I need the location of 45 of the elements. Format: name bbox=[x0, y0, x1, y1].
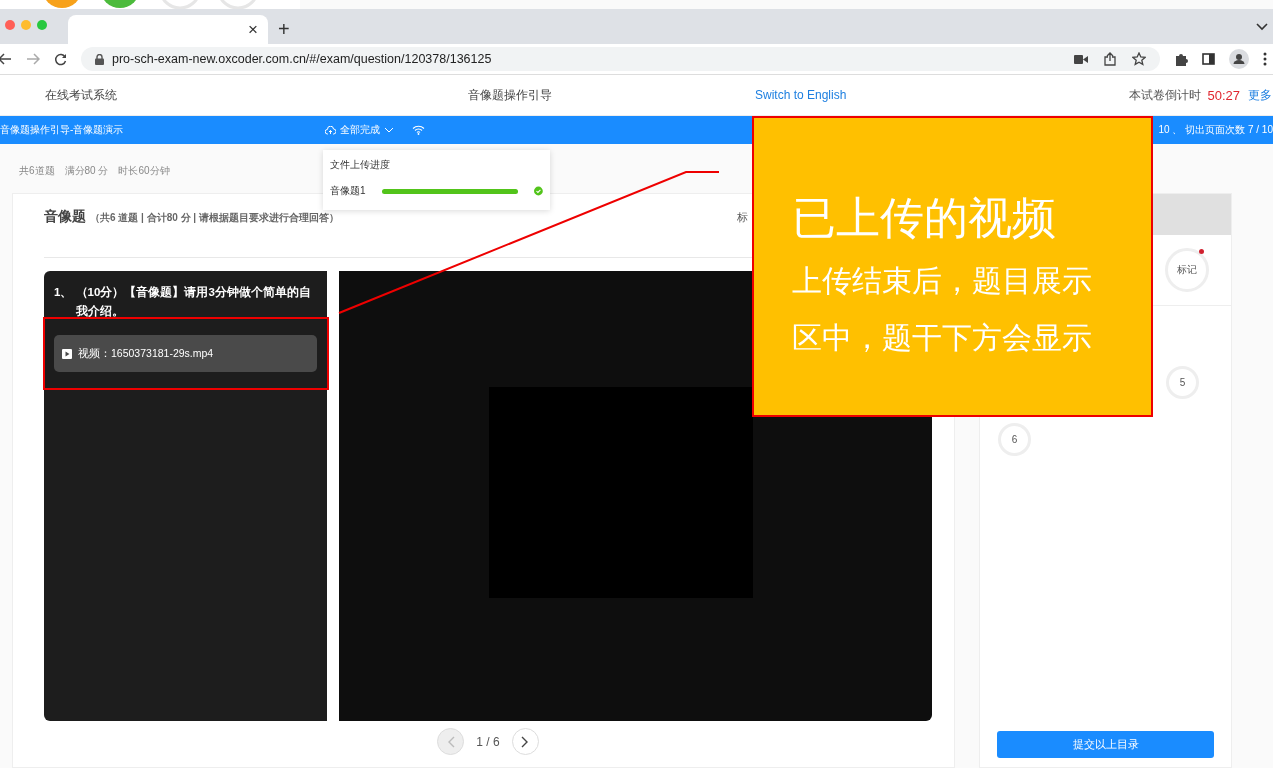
popover-title: 文件上传进度 bbox=[330, 158, 391, 172]
page-title: 音像题操作引导 bbox=[468, 86, 553, 104]
countdown-label: 本试卷倒计时 bbox=[1129, 86, 1202, 104]
exam-summary-item: 共6道题 bbox=[19, 164, 55, 178]
mark-label: 标 bbox=[737, 210, 748, 225]
more-link[interactable]: 更多 bbox=[1248, 86, 1272, 104]
address-field[interactable]: pro-sch-exam-new.oxcoder.com.cn/#/exam/question/120378/136125 bbox=[81, 47, 1160, 71]
cloud-upload-icon bbox=[325, 125, 336, 135]
countdown-timer: 50:27 bbox=[1207, 87, 1240, 103]
upload-item-name: 音像题1 bbox=[330, 184, 366, 198]
share-icon[interactable] bbox=[1104, 52, 1116, 66]
exam-summary-item: 时长60分钟 bbox=[118, 164, 170, 178]
section-title: 音像题 bbox=[44, 208, 86, 226]
puzzle-icon[interactable] bbox=[1174, 52, 1188, 66]
star-icon[interactable] bbox=[1132, 52, 1146, 66]
back-icon[interactable] bbox=[0, 53, 12, 65]
question-number-button[interactable]: 6 bbox=[998, 423, 1031, 456]
callout-text: 上传结束后，题目展示区中，题干下方会显示 bbox=[792, 263, 1093, 356]
lock-icon bbox=[95, 53, 104, 65]
camera-icon[interactable] bbox=[1074, 54, 1088, 64]
tab-close-button[interactable]: × bbox=[248, 21, 258, 38]
reload-icon[interactable] bbox=[54, 52, 67, 66]
question-number-button[interactable]: 5 bbox=[1166, 366, 1199, 399]
exam-title: 音像题操作引导-音像题演示 bbox=[0, 123, 125, 137]
menu-icon[interactable] bbox=[1263, 52, 1267, 66]
chevron-down-icon[interactable] bbox=[1256, 23, 1268, 31]
language-link[interactable]: Switch to English bbox=[755, 88, 847, 102]
tab-switch-info: 10 、 切出页面次数 7 / 10 bbox=[1158, 123, 1273, 137]
caret-icon bbox=[384, 127, 394, 133]
mark-button[interactable]: 标记 bbox=[1165, 248, 1209, 292]
callout-title: 已上传的视频 bbox=[792, 192, 1057, 244]
section-detail: （共6 道题 | 合计80 分 | 请根据题目要求进行合理回答） bbox=[90, 211, 339, 225]
question-text: 1、 （10分）【音像题】请用3分钟做个简单的自我介绍。 bbox=[54, 284, 312, 319]
sidebar-icon[interactable] bbox=[1202, 53, 1215, 65]
chevron-left-icon bbox=[446, 735, 455, 748]
chevron-right-icon bbox=[521, 735, 530, 748]
profile-icon[interactable] bbox=[1229, 49, 1249, 69]
system-name: 在线考试系统 bbox=[45, 86, 118, 104]
video-attachment[interactable]: 视频：1650373181-29s.mp4 bbox=[54, 335, 317, 372]
page-indicator: 1 / 6 bbox=[476, 734, 500, 749]
exam-summary-item: 满分80 分 bbox=[64, 164, 109, 178]
wifi-icon bbox=[412, 125, 425, 135]
new-tab-button[interactable]: + bbox=[278, 19, 290, 39]
play-icon bbox=[62, 348, 72, 359]
browser-tab[interactable]: × bbox=[68, 15, 268, 44]
